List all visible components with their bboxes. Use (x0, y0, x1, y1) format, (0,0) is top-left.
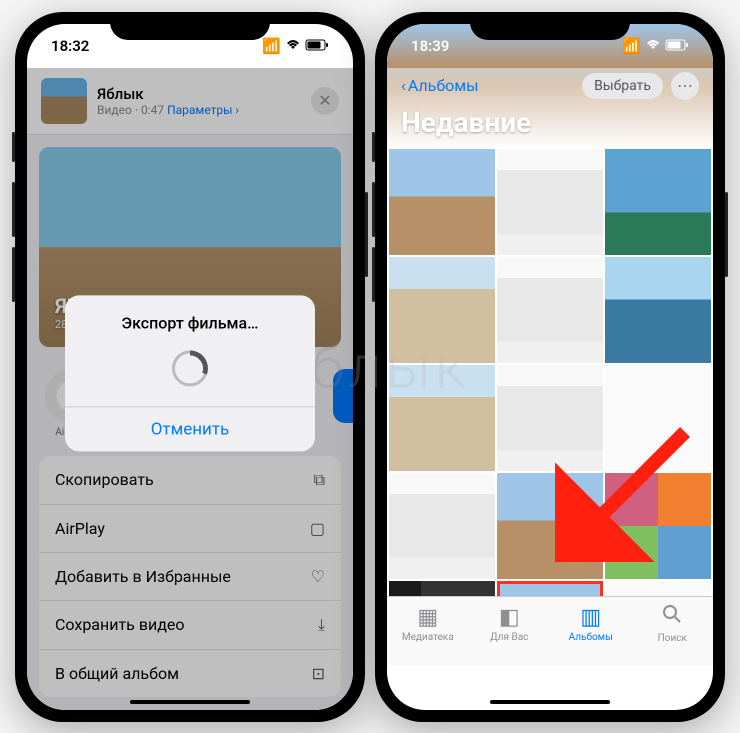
photo-thumbnail[interactable] (497, 257, 603, 363)
photo-thumbnail[interactable] (605, 257, 711, 363)
photo-thumbnail[interactable] (389, 581, 495, 596)
photo-thumbnail[interactable] (389, 365, 495, 471)
tab-bar: ▦Медиатека ◧Для Вас ▥Альбомы Поиск (387, 596, 713, 666)
video-thumbnail-highlighted[interactable]: ЯБЛЫК 1:22 (497, 581, 603, 596)
back-button[interactable]: ‹ Альбомы (401, 76, 479, 95)
photo-grid[interactable]: ЯБЛЫК 1:22 Для Вас (387, 149, 713, 596)
photo-thumbnail[interactable] (605, 149, 711, 255)
photo-thumbnail[interactable] (605, 473, 711, 579)
photo-thumbnail[interactable] (497, 473, 603, 579)
cancel-button[interactable]: Отменить (65, 406, 315, 451)
tab-library[interactable]: ▦Медиатека (387, 597, 469, 651)
for-you-icon: ◧ (499, 605, 520, 630)
select-button[interactable]: Выбрать (582, 73, 663, 99)
home-indicator[interactable] (130, 700, 250, 704)
battery-icon (305, 37, 329, 55)
status-time: 18:39 (411, 37, 449, 55)
albums-icon: ▥ (580, 605, 601, 630)
photo-thumbnail[interactable] (389, 473, 495, 579)
photo-thumbnail[interactable]: Для Вас (605, 581, 711, 596)
search-icon (661, 603, 683, 631)
modal-title: Экспорт фильма… (65, 295, 315, 342)
home-indicator[interactable] (490, 700, 610, 704)
photo-thumbnail[interactable] (389, 257, 495, 363)
wifi-icon (285, 37, 301, 55)
phone-left: 18:32 📶 Яблык Видео · 0:47 Параметры › ✕… (15, 12, 365, 722)
export-modal: Экспорт фильма… Отменить (65, 295, 315, 451)
photo-thumbnail[interactable] (497, 365, 603, 471)
library-icon: ▦ (417, 605, 438, 630)
phone-right: 18:39 📶 ‹ Альбомы Выбрать ⋯ (375, 12, 725, 722)
chevron-left-icon: ‹ (401, 76, 406, 95)
progress-icon (172, 350, 208, 386)
tab-albums[interactable]: ▥Альбомы (550, 597, 632, 651)
photo-thumbnail[interactable] (389, 149, 495, 255)
battery-icon (665, 37, 689, 55)
tab-for-you[interactable]: ◧Для Вас (469, 597, 551, 651)
more-button[interactable]: ⋯ (671, 72, 699, 100)
status-time: 18:32 (51, 37, 89, 55)
page-title: Недавние (401, 106, 699, 139)
wifi-icon (645, 37, 661, 55)
photo-thumbnail[interactable] (497, 149, 603, 255)
signal-icon: 📶 (262, 37, 281, 55)
photo-thumbnail[interactable] (605, 365, 711, 471)
tab-search[interactable]: Поиск (632, 597, 714, 651)
signal-icon: 📶 (622, 37, 641, 55)
